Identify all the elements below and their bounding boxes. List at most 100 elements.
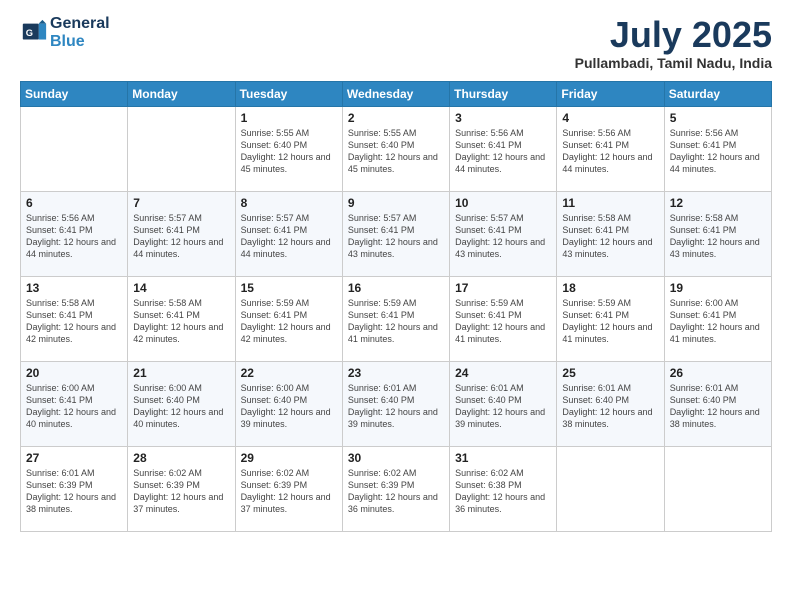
calendar-cell: 30 Sunrise: 6:02 AMSunset: 6:39 PMDaylig… <box>342 446 449 531</box>
cell-info: Sunrise: 6:01 AMSunset: 6:40 PMDaylight:… <box>348 383 438 429</box>
header-thursday: Thursday <box>450 81 557 106</box>
calendar-cell <box>21 106 128 191</box>
day-number: 31 <box>455 451 551 465</box>
day-number: 28 <box>133 451 229 465</box>
week-row-1: 6 Sunrise: 5:56 AMSunset: 6:41 PMDayligh… <box>21 191 772 276</box>
month-title: July 2025 <box>575 15 772 55</box>
week-row-0: 1 Sunrise: 5:55 AMSunset: 6:40 PMDayligh… <box>21 106 772 191</box>
cell-info: Sunrise: 5:58 AMSunset: 6:41 PMDaylight:… <box>26 298 116 344</box>
header-monday: Monday <box>128 81 235 106</box>
day-number: 14 <box>133 281 229 295</box>
calendar-cell: 4 Sunrise: 5:56 AMSunset: 6:41 PMDayligh… <box>557 106 664 191</box>
cell-info: Sunrise: 5:57 AMSunset: 6:41 PMDaylight:… <box>241 213 331 259</box>
day-number: 26 <box>670 366 766 380</box>
cell-info: Sunrise: 5:56 AMSunset: 6:41 PMDaylight:… <box>455 128 545 174</box>
calendar-cell: 11 Sunrise: 5:58 AMSunset: 6:41 PMDaylig… <box>557 191 664 276</box>
cell-info: Sunrise: 5:58 AMSunset: 6:41 PMDaylight:… <box>133 298 223 344</box>
calendar-cell: 29 Sunrise: 6:02 AMSunset: 6:39 PMDaylig… <box>235 446 342 531</box>
cell-info: Sunrise: 5:59 AMSunset: 6:41 PMDaylight:… <box>241 298 331 344</box>
day-number: 21 <box>133 366 229 380</box>
cell-info: Sunrise: 5:58 AMSunset: 6:41 PMDaylight:… <box>670 213 760 259</box>
calendar-cell: 5 Sunrise: 5:56 AMSunset: 6:41 PMDayligh… <box>664 106 771 191</box>
calendar-cell: 22 Sunrise: 6:00 AMSunset: 6:40 PMDaylig… <box>235 361 342 446</box>
header-wednesday: Wednesday <box>342 81 449 106</box>
day-number: 12 <box>670 196 766 210</box>
cell-info: Sunrise: 5:58 AMSunset: 6:41 PMDaylight:… <box>562 213 652 259</box>
calendar-cell: 14 Sunrise: 5:58 AMSunset: 6:41 PMDaylig… <box>128 276 235 361</box>
header: G General Blue July 2025 Pullambadi, Tam… <box>20 15 772 71</box>
page: G General Blue July 2025 Pullambadi, Tam… <box>0 0 792 612</box>
day-number: 6 <box>26 196 122 210</box>
day-number: 24 <box>455 366 551 380</box>
day-number: 17 <box>455 281 551 295</box>
day-number: 5 <box>670 111 766 125</box>
logo: G General Blue <box>20 15 110 50</box>
calendar-cell: 7 Sunrise: 5:57 AMSunset: 6:41 PMDayligh… <box>128 191 235 276</box>
calendar-cell: 25 Sunrise: 6:01 AMSunset: 6:40 PMDaylig… <box>557 361 664 446</box>
day-number: 27 <box>26 451 122 465</box>
week-row-3: 20 Sunrise: 6:00 AMSunset: 6:41 PMDaylig… <box>21 361 772 446</box>
calendar-cell: 26 Sunrise: 6:01 AMSunset: 6:40 PMDaylig… <box>664 361 771 446</box>
day-number: 18 <box>562 281 658 295</box>
cell-info: Sunrise: 6:02 AMSunset: 6:39 PMDaylight:… <box>133 468 223 514</box>
cell-info: Sunrise: 5:57 AMSunset: 6:41 PMDaylight:… <box>455 213 545 259</box>
day-number: 16 <box>348 281 444 295</box>
cell-info: Sunrise: 6:02 AMSunset: 6:39 PMDaylight:… <box>241 468 331 514</box>
day-number: 19 <box>670 281 766 295</box>
calendar-cell: 24 Sunrise: 6:01 AMSunset: 6:40 PMDaylig… <box>450 361 557 446</box>
calendar-cell: 8 Sunrise: 5:57 AMSunset: 6:41 PMDayligh… <box>235 191 342 276</box>
cell-info: Sunrise: 6:01 AMSunset: 6:40 PMDaylight:… <box>455 383 545 429</box>
day-number: 13 <box>26 281 122 295</box>
day-number: 8 <box>241 196 337 210</box>
calendar-cell: 9 Sunrise: 5:57 AMSunset: 6:41 PMDayligh… <box>342 191 449 276</box>
calendar-cell <box>557 446 664 531</box>
week-row-4: 27 Sunrise: 6:01 AMSunset: 6:39 PMDaylig… <box>21 446 772 531</box>
cell-info: Sunrise: 6:00 AMSunset: 6:40 PMDaylight:… <box>133 383 223 429</box>
day-number: 23 <box>348 366 444 380</box>
calendar-cell: 28 Sunrise: 6:02 AMSunset: 6:39 PMDaylig… <box>128 446 235 531</box>
calendar-cell: 2 Sunrise: 5:55 AMSunset: 6:40 PMDayligh… <box>342 106 449 191</box>
day-number: 7 <box>133 196 229 210</box>
calendar-cell: 1 Sunrise: 5:55 AMSunset: 6:40 PMDayligh… <box>235 106 342 191</box>
cell-info: Sunrise: 5:59 AMSunset: 6:41 PMDaylight:… <box>348 298 438 344</box>
cell-info: Sunrise: 5:59 AMSunset: 6:41 PMDaylight:… <box>562 298 652 344</box>
day-number: 29 <box>241 451 337 465</box>
day-number: 2 <box>348 111 444 125</box>
calendar-cell: 16 Sunrise: 5:59 AMSunset: 6:41 PMDaylig… <box>342 276 449 361</box>
day-number: 30 <box>348 451 444 465</box>
cell-info: Sunrise: 5:56 AMSunset: 6:41 PMDaylight:… <box>26 213 116 259</box>
calendar-cell <box>664 446 771 531</box>
cell-info: Sunrise: 6:02 AMSunset: 6:38 PMDaylight:… <box>455 468 545 514</box>
logo-blue: Blue <box>50 33 110 51</box>
calendar-cell: 13 Sunrise: 5:58 AMSunset: 6:41 PMDaylig… <box>21 276 128 361</box>
day-number: 11 <box>562 196 658 210</box>
weekday-header-row: Sunday Monday Tuesday Wednesday Thursday… <box>21 81 772 106</box>
cell-info: Sunrise: 5:55 AMSunset: 6:40 PMDaylight:… <box>241 128 331 174</box>
location: Pullambadi, Tamil Nadu, India <box>575 55 772 71</box>
cell-info: Sunrise: 5:59 AMSunset: 6:41 PMDaylight:… <box>455 298 545 344</box>
logo-text: General Blue <box>50 15 110 50</box>
cell-info: Sunrise: 6:01 AMSunset: 6:40 PMDaylight:… <box>670 383 760 429</box>
header-sunday: Sunday <box>21 81 128 106</box>
week-row-2: 13 Sunrise: 5:58 AMSunset: 6:41 PMDaylig… <box>21 276 772 361</box>
calendar-cell: 17 Sunrise: 5:59 AMSunset: 6:41 PMDaylig… <box>450 276 557 361</box>
cell-info: Sunrise: 6:01 AMSunset: 6:40 PMDaylight:… <box>562 383 652 429</box>
header-friday: Friday <box>557 81 664 106</box>
calendar-cell: 6 Sunrise: 5:56 AMSunset: 6:41 PMDayligh… <box>21 191 128 276</box>
day-number: 10 <box>455 196 551 210</box>
cell-info: Sunrise: 6:00 AMSunset: 6:41 PMDaylight:… <box>26 383 116 429</box>
header-saturday: Saturday <box>664 81 771 106</box>
header-tuesday: Tuesday <box>235 81 342 106</box>
day-number: 25 <box>562 366 658 380</box>
cell-info: Sunrise: 5:57 AMSunset: 6:41 PMDaylight:… <box>348 213 438 259</box>
calendar-cell <box>128 106 235 191</box>
calendar-cell: 20 Sunrise: 6:00 AMSunset: 6:41 PMDaylig… <box>21 361 128 446</box>
cell-info: Sunrise: 6:00 AMSunset: 6:41 PMDaylight:… <box>670 298 760 344</box>
calendar-body: 1 Sunrise: 5:55 AMSunset: 6:40 PMDayligh… <box>21 106 772 531</box>
calendar-cell: 15 Sunrise: 5:59 AMSunset: 6:41 PMDaylig… <box>235 276 342 361</box>
day-number: 22 <box>241 366 337 380</box>
cell-info: Sunrise: 6:01 AMSunset: 6:39 PMDaylight:… <box>26 468 116 514</box>
cell-info: Sunrise: 5:56 AMSunset: 6:41 PMDaylight:… <box>562 128 652 174</box>
day-number: 3 <box>455 111 551 125</box>
calendar-cell: 12 Sunrise: 5:58 AMSunset: 6:41 PMDaylig… <box>664 191 771 276</box>
